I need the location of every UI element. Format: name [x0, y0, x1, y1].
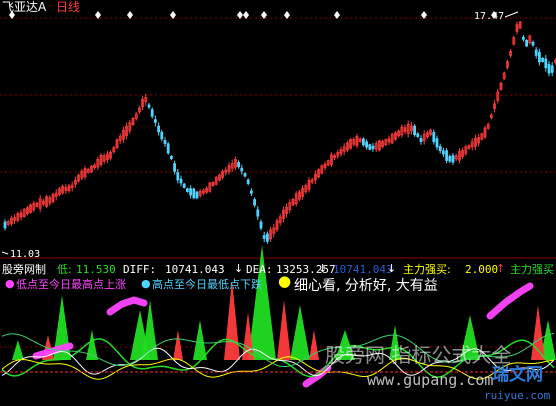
symbol-name: 飞亚达A [2, 0, 47, 14]
diff-value: 10741.043 [165, 263, 225, 276]
indicator-name: 股旁网制 [2, 263, 46, 276]
candle-body [195, 191, 199, 199]
circle-dot-icon: ● [141, 277, 151, 290]
arrow-up-icon: ↑ [496, 262, 506, 275]
arrow-down-icon: ↓ [234, 262, 244, 275]
candle-body [413, 125, 417, 136]
candle-body [544, 58, 548, 69]
candle-body [246, 179, 250, 184]
candle-body [547, 63, 551, 74]
red-spike [531, 305, 545, 360]
period-label: 日线 [56, 0, 81, 14]
legend-rise: 低点至今日最高点上涨 [16, 278, 126, 291]
candle-body [150, 109, 154, 117]
candle-body [256, 209, 260, 217]
green-spike [12, 340, 24, 360]
magenta-band [106, 296, 148, 316]
legend-note: 细心看, 分析好, 大有益 [294, 278, 438, 294]
candle-body [522, 36, 525, 40]
candle-body [182, 183, 186, 188]
candle-body [249, 190, 253, 194]
high-price-marker: 17.47 [474, 11, 505, 22]
circle-dot-icon: ● [278, 272, 292, 290]
candle-body [435, 138, 439, 148]
chart-grid [0, 17, 556, 348]
diamond-marker-icon [127, 11, 133, 19]
candle-body [157, 125, 161, 133]
diamond-marker-icon [237, 11, 243, 19]
candle-body [441, 150, 445, 155]
diff-label: DIFF: [123, 263, 157, 276]
candle-body [160, 131, 164, 140]
dea-label: DEA: [246, 263, 273, 276]
diamond-marker-icon [243, 11, 249, 19]
third-value: 10741.043 [333, 263, 393, 276]
candle-body [265, 233, 269, 242]
candle-body [169, 156, 173, 159]
strength-label: 主力强买: [403, 263, 451, 276]
candle-body [534, 49, 538, 56]
candle-body [189, 188, 193, 196]
candle-body [525, 39, 528, 47]
candle-body [538, 51, 541, 63]
diamond-marker-icon [334, 11, 340, 19]
watermark-logo-url: ruiyue.com [484, 389, 551, 402]
legend-fall: 高点至今日最低点下跌 [152, 278, 262, 291]
candle-body [550, 65, 554, 73]
candle-body [365, 141, 369, 148]
low-price-marker: 11.03 [10, 249, 41, 260]
watermark-url: www.gupang.com [367, 371, 494, 389]
candle-body [147, 104, 151, 108]
candle-body [445, 150, 449, 161]
candle-body [419, 138, 423, 142]
candle-body [259, 221, 263, 229]
red-spike [277, 300, 291, 360]
low-marker-line [1, 251, 9, 255]
diamond-marker-icon [284, 11, 290, 19]
candle-body [237, 162, 241, 168]
arrow-down-icon: ↓ [387, 262, 397, 275]
candle-body [368, 144, 372, 150]
green-spike [193, 320, 207, 360]
arrow-down-icon: ↓ [318, 262, 328, 275]
candle-body [3, 221, 7, 229]
candle-body [416, 133, 420, 137]
candle-body [166, 143, 170, 154]
candle-body [448, 156, 452, 162]
red-spike [224, 280, 240, 360]
candle-body [541, 57, 544, 62]
green-spike [290, 305, 310, 360]
magenta-band [486, 282, 534, 320]
candle-body [185, 188, 189, 192]
candle-body [192, 188, 196, 199]
candlestick-series [1, 11, 556, 255]
strength-value: 2.000 [465, 263, 499, 276]
candle-body [163, 140, 167, 144]
candle-body [253, 199, 257, 206]
strength-label-2: 主力强买 [510, 263, 554, 276]
high-marker-line [504, 11, 519, 18]
diamond-markers [9, 11, 497, 19]
candle-body [173, 163, 177, 172]
watermark-logo: 瑞文网 [492, 365, 543, 385]
circle-dot-icon: ● [5, 277, 15, 290]
candle-body [432, 131, 436, 143]
candle-body [371, 145, 375, 150]
candle-body [438, 146, 442, 152]
red-spike [173, 330, 183, 360]
candle-body [361, 138, 365, 146]
candle-body [243, 173, 247, 177]
candle-body [451, 155, 455, 163]
candle-body [176, 172, 180, 181]
candle-body [262, 235, 266, 239]
candle-body [531, 41, 535, 46]
candle-body [153, 119, 157, 123]
candle-body [179, 178, 183, 184]
low-label: 低: [57, 263, 72, 276]
candle-body [240, 167, 244, 172]
low-value: 11.530 [76, 263, 116, 276]
watermark-main: 股旁网 指标公式大全 [325, 343, 512, 367]
